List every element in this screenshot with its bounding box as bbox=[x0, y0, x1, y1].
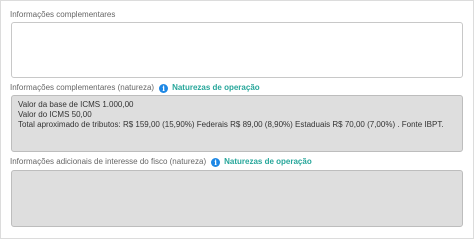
informacoes-complementares-label: Informações complementares bbox=[10, 10, 116, 19]
naturezas-de-operacao-link-2-label: Naturezas de operação bbox=[224, 157, 312, 166]
informacoes-adicionais-fisco-field[interactable] bbox=[11, 170, 463, 227]
natureza-text-content: Valor da base de ICMS 1.000,00 Valor do … bbox=[12, 96, 462, 134]
natureza-line-2: Valor do ICMS 50,00 bbox=[18, 110, 92, 119]
natureza-label-row: Informações complementares (natureza) i … bbox=[10, 83, 260, 93]
fisco-label-row: Informações adicionais de interesse do f… bbox=[10, 157, 312, 167]
naturezas-de-operacao-link-label: Naturezas de operação bbox=[172, 83, 260, 92]
form-panel: Informações complementares Informações c… bbox=[0, 0, 474, 239]
fisco-text-content bbox=[12, 171, 462, 179]
natureza-line-3: Total aproximado de tributos: R$ 159,00 … bbox=[18, 120, 444, 129]
informacoes-complementares-field[interactable] bbox=[11, 22, 463, 78]
info-icon: i bbox=[159, 83, 169, 93]
informacoes-complementares-natureza-field[interactable]: Valor da base de ICMS 1.000,00 Valor do … bbox=[11, 95, 463, 152]
naturezas-de-operacao-link-2[interactable]: i Naturezas de operação bbox=[211, 157, 312, 167]
natureza-line-1: Valor da base de ICMS 1.000,00 bbox=[18, 100, 134, 109]
informacoes-adicionais-fisco-label: Informações adicionais de interesse do f… bbox=[10, 157, 207, 166]
informacoes-complementares-textarea[interactable] bbox=[12, 23, 462, 77]
informacoes-complementares-natureza-label: Informações complementares (natureza) bbox=[10, 83, 155, 92]
info-icon: i bbox=[211, 157, 221, 167]
naturezas-de-operacao-link[interactable]: i Naturezas de operação bbox=[159, 83, 260, 93]
